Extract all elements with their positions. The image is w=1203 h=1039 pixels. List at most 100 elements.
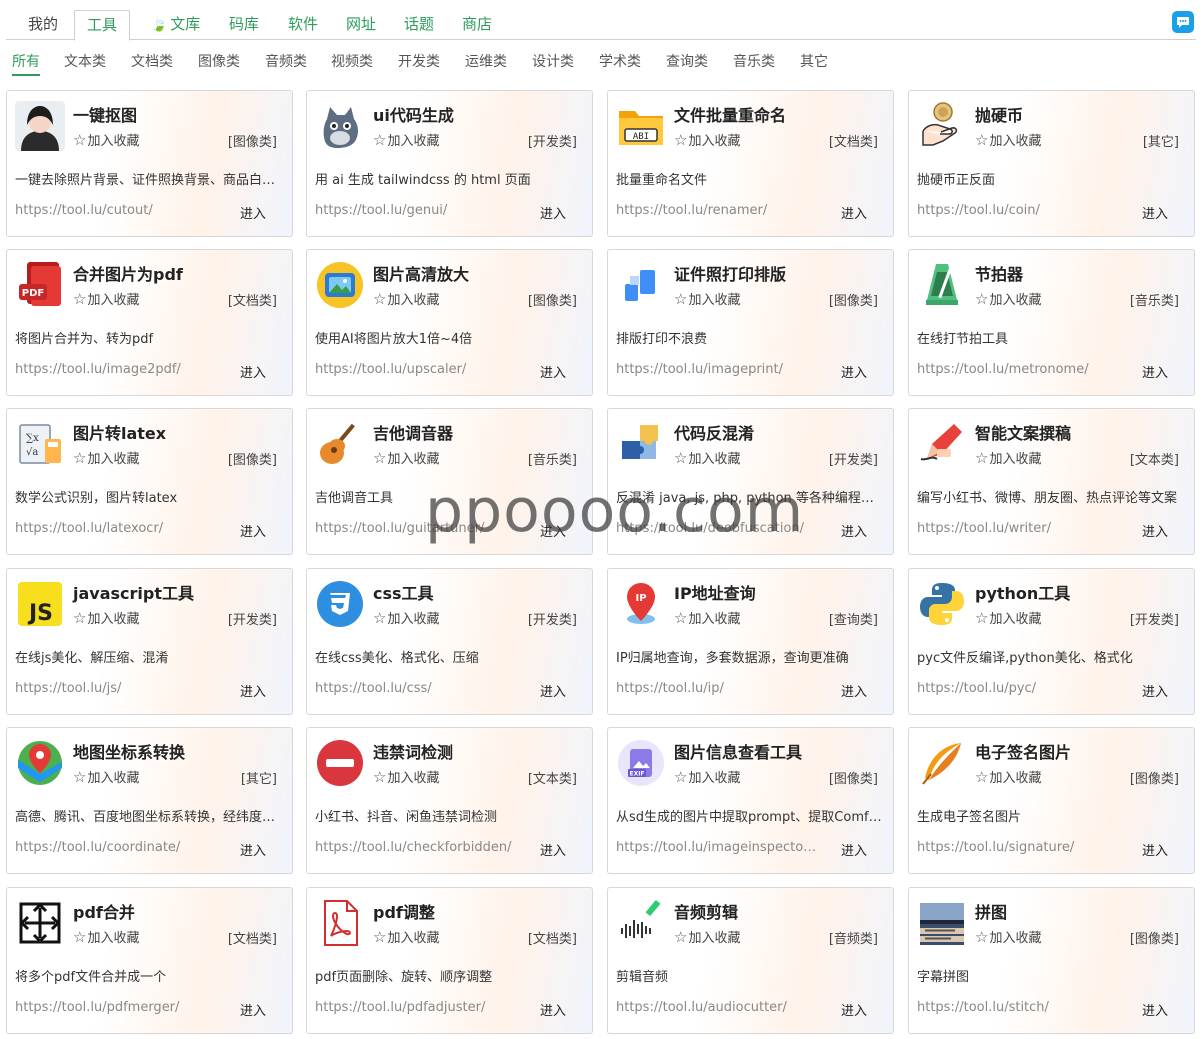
filter-query[interactable]: 查询类 [666, 52, 708, 72]
favorite-button[interactable]: ☆加入收藏 [73, 289, 139, 308]
tool-card[interactable]: JS javascript工具 ☆加入收藏 [开发类] 在线js美化、解压缩、混… [6, 568, 293, 715]
tool-card[interactable]: ABI 文件批量重命名 ☆加入收藏 [文档类] 批量重命名文件 https://… [607, 90, 894, 237]
tool-name[interactable]: css工具 [373, 580, 434, 604]
tool-card[interactable]: 证件照打印排版 ☆加入收藏 [图像类] 排版打印不浪费 https://tool… [607, 249, 894, 396]
favorite-button[interactable]: ☆加入收藏 [674, 927, 740, 946]
tool-url[interactable]: https://tool.lu/pdfadjuster/ [315, 1000, 520, 1015]
favorite-button[interactable]: ☆加入收藏 [975, 130, 1041, 149]
tool-card[interactable]: 图片高清放大 ☆加入收藏 [图像类] 使用AI将图片放大1倍~4倍 https:… [306, 249, 593, 396]
favorite-button[interactable]: ☆加入收藏 [373, 130, 439, 149]
enter-link[interactable]: 进入 [540, 681, 566, 700]
tool-url[interactable]: https://tool.lu/pdfmerger/ [15, 1000, 220, 1015]
filter-other[interactable]: 其它 [800, 52, 828, 72]
tab-code[interactable]: 码库 [217, 10, 271, 40]
favorite-button[interactable]: ☆加入收藏 [975, 289, 1041, 308]
favorite-button[interactable]: ☆加入收藏 [73, 927, 139, 946]
chat-icon[interactable] [1172, 11, 1194, 33]
enter-link[interactable]: 进入 [841, 1000, 867, 1019]
enter-link[interactable]: 进入 [240, 521, 266, 540]
tool-url[interactable]: https://tool.lu/ip/ [616, 681, 821, 696]
tab-tools[interactable]: 工具 [74, 10, 131, 41]
enter-link[interactable]: 进入 [240, 840, 266, 859]
enter-link[interactable]: 进入 [540, 203, 566, 222]
tool-name[interactable]: 拼图 [975, 899, 1007, 923]
filter-music[interactable]: 音乐类 [733, 52, 775, 72]
tool-name[interactable]: 电子签名图片 [975, 739, 1071, 763]
tool-name[interactable]: 节拍器 [975, 261, 1023, 285]
tool-card[interactable]: 违禁词检测 ☆加入收藏 [文本类] 小红书、抖音、闲鱼违禁词检测 https:/… [306, 727, 593, 874]
tool-name[interactable]: 违禁词检测 [373, 739, 453, 763]
enter-link[interactable]: 进入 [1142, 840, 1168, 859]
tool-card[interactable]: python工具 ☆加入收藏 [开发类] pyc文件反编译,python美化、格… [908, 568, 1195, 715]
enter-link[interactable]: 进入 [1142, 1000, 1168, 1019]
tool-name[interactable]: 吉他调音器 [373, 420, 453, 444]
tool-card[interactable]: ∑x √a 图片转latex ☆加入收藏 [图像类] 数学公式识别，图片转late… [6, 408, 293, 555]
favorite-button[interactable]: ☆加入收藏 [373, 289, 439, 308]
enter-link[interactable]: 进入 [1142, 362, 1168, 381]
tool-url[interactable]: https://tool.lu/js/ [15, 681, 220, 696]
favorite-button[interactable]: ☆加入收藏 [373, 927, 439, 946]
tool-name[interactable]: 代码反混淆 [674, 420, 754, 444]
favorite-button[interactable]: ☆加入收藏 [674, 767, 740, 786]
favorite-button[interactable]: ☆加入收藏 [975, 608, 1041, 627]
tab-store[interactable]: 商店 [450, 10, 504, 40]
tool-name[interactable]: 图片转latex [73, 420, 166, 444]
tool-name[interactable]: javascript工具 [73, 580, 194, 604]
tool-name[interactable]: 抛硬币 [975, 102, 1023, 126]
favorite-button[interactable]: ☆加入收藏 [373, 767, 439, 786]
favorite-button[interactable]: ☆加入收藏 [674, 130, 740, 149]
favorite-button[interactable]: ☆加入收藏 [373, 608, 439, 627]
tool-url[interactable]: https://tool.lu/imageprint/ [616, 362, 821, 377]
tool-card[interactable]: 吉他调音器 ☆加入收藏 [音乐类] 吉他调音工具 https://tool.lu… [306, 408, 593, 555]
filter-image[interactable]: 图像类 [198, 52, 240, 72]
tool-card[interactable]: 地图坐标系转换 ☆加入收藏 [其它] 高德、腾讯、百度地图坐标系转换，经纬度… … [6, 727, 293, 874]
tool-name[interactable]: 图片高清放大 [373, 261, 469, 285]
tool-name[interactable]: pdf合并 [73, 899, 135, 923]
favorite-button[interactable]: ☆加入收藏 [73, 767, 139, 786]
tool-url[interactable]: https://tool.lu/signature/ [917, 840, 1122, 855]
enter-link[interactable]: 进入 [841, 203, 867, 222]
enter-link[interactable]: 进入 [841, 362, 867, 381]
tool-card[interactable]: 音频剪辑 ☆加入收藏 [音频类] 剪辑音频 https://tool.lu/au… [607, 887, 894, 1034]
enter-link[interactable]: 进入 [1142, 521, 1168, 540]
tool-card[interactable]: IP IP地址查询 ☆加入收藏 [查询类] IP归属地查询，多套数据源，查询更准… [607, 568, 894, 715]
enter-link[interactable]: 进入 [540, 840, 566, 859]
favorite-button[interactable]: ☆加入收藏 [73, 448, 139, 467]
tool-card[interactable]: pdf调整 ☆加入收藏 [文档类] pdf页面删除、旋转、顺序调整 https:… [306, 887, 593, 1034]
tool-url[interactable]: https://tool.lu/metronome/ [917, 362, 1122, 377]
tool-card[interactable]: 电子签名图片 ☆加入收藏 [图像类] 生成电子签名图片 https://tool… [908, 727, 1195, 874]
tool-card[interactable]: pdf合并 ☆加入收藏 [文档类] 将多个pdf文件合并成一个 https://… [6, 887, 293, 1034]
favorite-button[interactable]: ☆加入收藏 [975, 927, 1041, 946]
tool-name[interactable]: 一键抠图 [73, 102, 137, 126]
tool-url[interactable]: https://tool.lu/guitartuner/ [315, 521, 520, 536]
tool-name[interactable]: python工具 [975, 580, 1070, 604]
tool-name[interactable]: 合并图片为pdf [73, 261, 183, 285]
tool-url[interactable]: https://tool.lu/imageinspecto… [616, 840, 821, 855]
tool-name[interactable]: 证件照打印排版 [674, 261, 786, 285]
favorite-button[interactable]: ☆加入收藏 [373, 448, 439, 467]
enter-link[interactable]: 进入 [540, 362, 566, 381]
tool-name[interactable]: IP地址查询 [674, 580, 756, 604]
tool-name[interactable]: 地图坐标系转换 [73, 739, 185, 763]
tool-card[interactable]: 一键抠图 ☆加入收藏 [图像类] 一键去除照片背景、证件照换背景、商品白… ht… [6, 90, 293, 237]
favorite-button[interactable]: ☆加入收藏 [73, 130, 139, 149]
enter-link[interactable]: 进入 [240, 1000, 266, 1019]
favorite-button[interactable]: ☆加入收藏 [674, 448, 740, 467]
enter-link[interactable]: 进入 [841, 521, 867, 540]
tool-url[interactable]: https://tool.lu/audiocutter/ [616, 1000, 821, 1015]
tool-card[interactable]: css工具 ☆加入收藏 [开发类] 在线css美化、格式化、压缩 https:/… [306, 568, 593, 715]
enter-link[interactable]: 进入 [1142, 681, 1168, 700]
tool-name[interactable]: 音频剪辑 [674, 899, 738, 923]
favorite-button[interactable]: ☆加入收藏 [73, 608, 139, 627]
tool-url[interactable]: https://tool.lu/cutout/ [15, 203, 220, 218]
tool-url[interactable]: https://tool.lu/checkforbidden/ [315, 840, 520, 855]
enter-link[interactable]: 进入 [540, 1000, 566, 1019]
tool-card[interactable]: ui代码生成 ☆加入收藏 [开发类] 用 ai 生成 tailwindcss 的… [306, 90, 593, 237]
tool-name[interactable]: pdf调整 [373, 899, 435, 923]
tool-name[interactable]: ui代码生成 [373, 102, 454, 126]
tab-urls[interactable]: 网址 [334, 10, 388, 40]
tool-url[interactable]: https://tool.lu/upscaler/ [315, 362, 520, 377]
tool-card[interactable]: 代码反混淆 ☆加入收藏 [开发类] 反混淆 java, js, php, pyt… [607, 408, 894, 555]
tab-mine[interactable]: 我的 [16, 10, 70, 40]
tool-card[interactable]: 智能文案撰稿 ☆加入收藏 [文本类] 编写小红书、微博、朋友圈、热点评论等文案 … [908, 408, 1195, 555]
